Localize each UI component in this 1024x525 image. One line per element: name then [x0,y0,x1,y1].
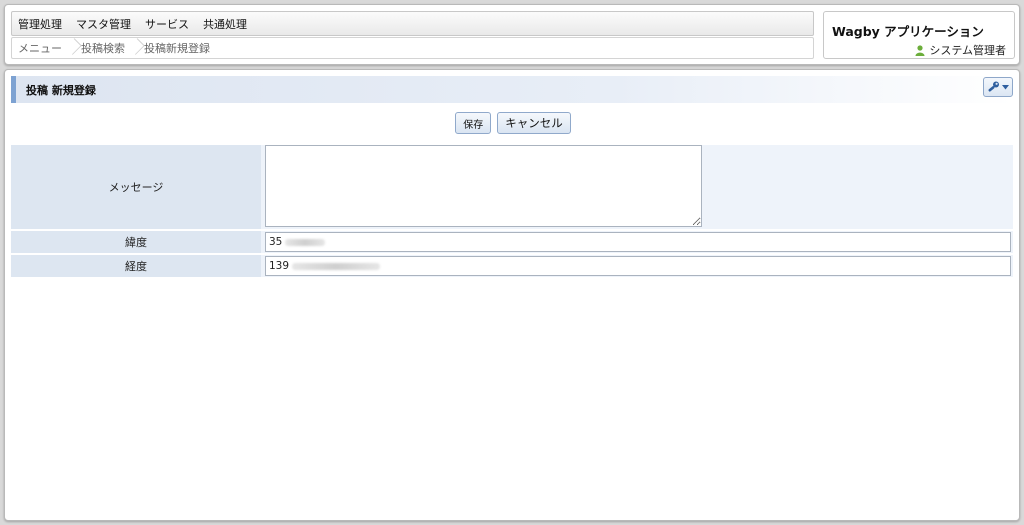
menu-item-admin[interactable]: 管理処理 [18,16,62,32]
form-row-latitude: 緯度 35 [11,231,1013,253]
menu-item-service[interactable]: サービス [145,16,189,32]
app-header: 管理処理 マスタ管理 サービス 共通処理 メニュー 投稿検索 投稿新規登録 Wa… [4,4,1020,65]
field-value-longitude: 139 [261,255,1013,277]
redacted-digits [292,262,381,270]
section-header: 投稿 新規登録 [11,76,1013,103]
main-panel: 投稿 新規登録 保存 キャンセル メッセージ 緯度 35 経度 139 [4,69,1020,521]
field-value-latitude: 35 [261,231,1013,253]
breadcrumb-menu[interactable]: メニュー [18,40,62,56]
current-user[interactable]: システム管理者 [915,42,1006,58]
field-label-latitude: 緯度 [11,231,261,253]
page-title: 投稿 新規登録 [26,83,96,97]
form-actions: 保存 キャンセル [5,112,1021,134]
field-label-message: メッセージ [11,145,261,229]
main-menubar: 管理処理 マスタ管理 サービス 共通処理 [11,11,814,36]
tool-menu-button[interactable] [983,77,1013,97]
longitude-value: 139 [269,260,290,272]
user-name: システム管理者 [929,44,1006,57]
app-title: Wagby アプリケーション [832,24,984,39]
save-button[interactable]: 保存 [455,112,492,134]
cancel-button[interactable]: キャンセル [497,112,571,134]
redacted-digits [285,238,326,246]
breadcrumb-post-search[interactable]: 投稿検索 [81,40,125,56]
field-value-message [261,145,1013,229]
post-form: メッセージ 緯度 35 経度 139 [11,145,1013,279]
breadcrumb: メニュー 投稿検索 投稿新規登録 [11,37,814,59]
breadcrumb-separator [131,37,138,59]
latitude-input[interactable]: 35 [265,232,1011,252]
longitude-input[interactable]: 139 [265,256,1011,276]
form-row-message: メッセージ [11,145,1013,229]
chevron-down-icon [1002,84,1009,89]
form-row-longitude: 経度 139 [11,255,1013,277]
user-icon [915,44,925,56]
field-label-longitude: 経度 [11,255,261,277]
menu-item-common[interactable]: 共通処理 [203,16,247,32]
menu-item-master[interactable]: マスタ管理 [76,16,131,32]
breadcrumb-post-new: 投稿新規登録 [144,42,210,55]
breadcrumb-separator [68,37,75,59]
message-textarea[interactable] [265,145,702,227]
app-info-box: Wagby アプリケーション システム管理者 [823,11,1015,59]
latitude-value: 35 [269,236,283,248]
wrench-icon [988,81,999,92]
